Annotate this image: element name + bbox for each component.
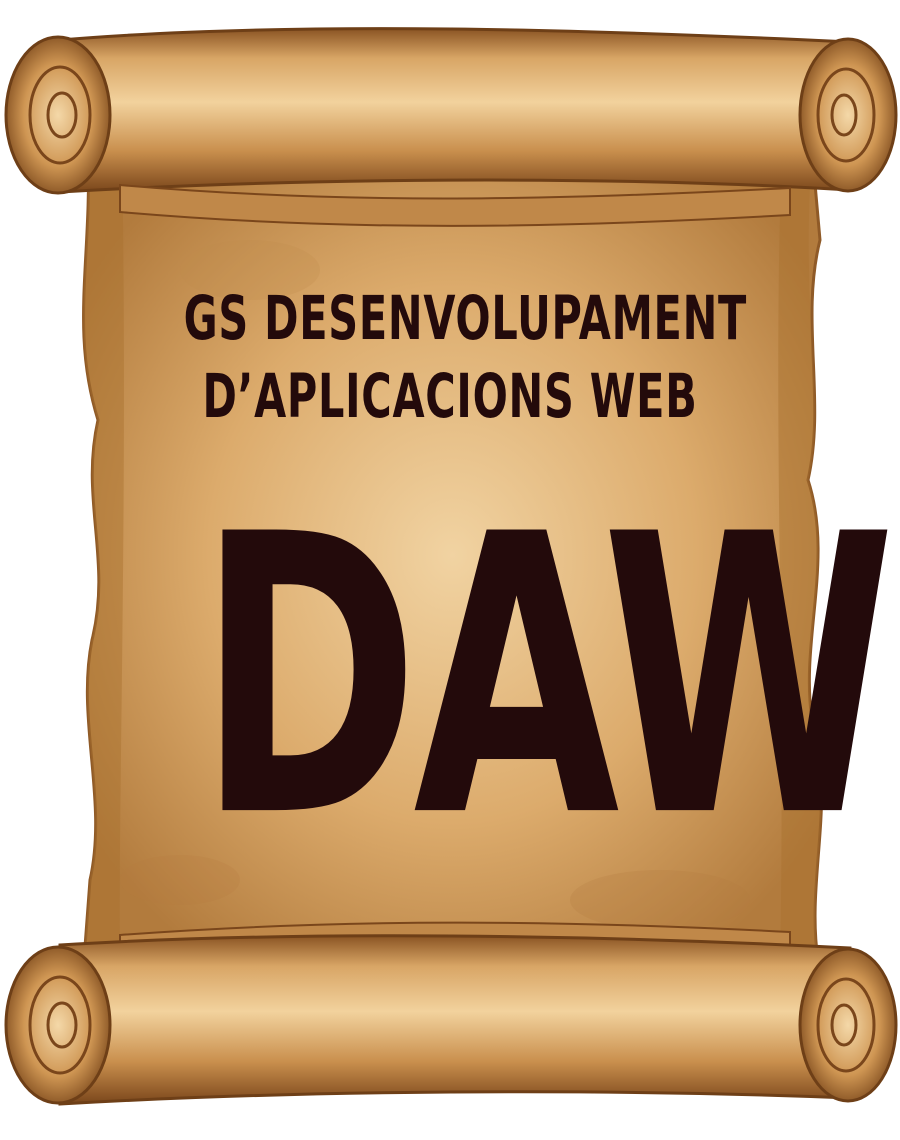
bottom-roll — [4, 921, 898, 1106]
scroll-heading: GS DESENVOLUPAMENT D’APLICACIONS WEB — [90, 283, 810, 431]
acronym-title: DAW — [197, 454, 896, 902]
scroll-banner: GS DESENVOLUPAMENT D’APLICACIONS WEB DAW — [0, 0, 900, 1140]
heading-line-2: D’APLICACIONS WEB — [202, 361, 698, 433]
heading-line-1: GS DESENVOLUPAMENT — [183, 283, 748, 355]
